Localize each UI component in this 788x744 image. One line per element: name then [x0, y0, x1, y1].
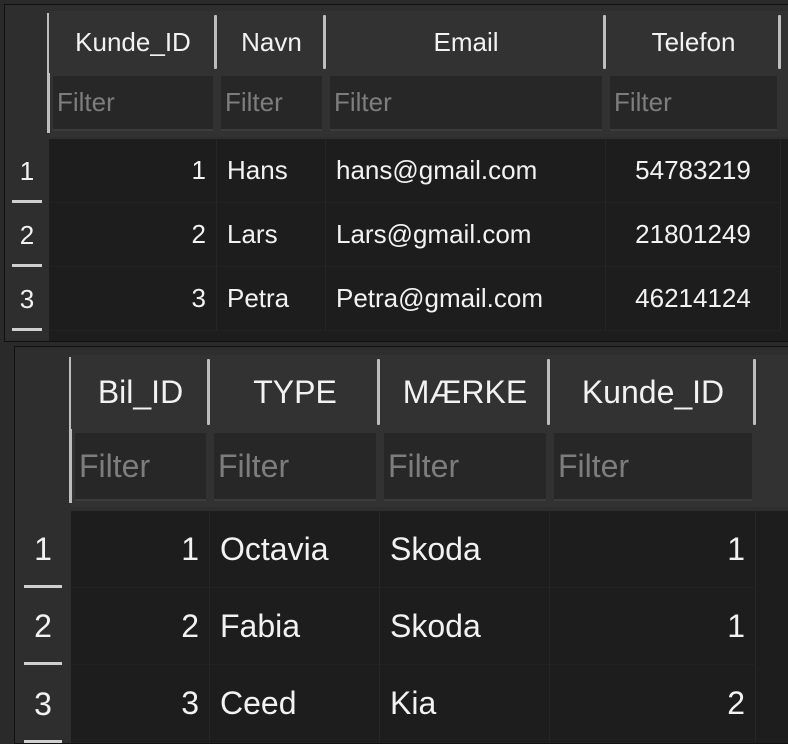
column-header[interactable]: Kunde_ID [550, 355, 756, 429]
table-cell[interactable]: Lars@gmail.com [326, 203, 606, 267]
column-header-label: Bil_ID [97, 373, 184, 410]
row-number-label: 2 [34, 608, 52, 644]
row-number-label: 3 [34, 685, 52, 722]
filter-field[interactable] [221, 76, 322, 129]
table-cell[interactable]: 1 [550, 511, 756, 588]
table-cell[interactable]: Ceed [210, 665, 380, 743]
filter-input[interactable]: Filter [53, 76, 213, 131]
filter-field[interactable] [214, 433, 376, 499]
table-cell[interactable]: Octavia [210, 511, 380, 588]
table-cell[interactable]: Petra [217, 267, 326, 331]
column-header[interactable]: Bil_ID [71, 355, 210, 429]
table-cell[interactable]: 1 [550, 588, 756, 665]
row-number[interactable]: 3 [15, 665, 71, 743]
column-header[interactable]: Navn [217, 11, 326, 73]
table-cell[interactable]: 3 [71, 665, 210, 743]
filter-field[interactable] [610, 76, 777, 129]
table-cell[interactable]: 1 [49, 139, 217, 203]
column-header-label: Kunde_ID [75, 26, 191, 57]
table-cell[interactable]: 54783219 [606, 139, 781, 203]
column-header-label: Kunde_ID [581, 373, 725, 410]
row-number-label: 1 [19, 155, 35, 186]
row-number[interactable]: 2 [15, 588, 71, 665]
row-separator [12, 328, 42, 331]
row-number-label: 1 [34, 531, 52, 567]
row-number[interactable]: 3 [5, 267, 49, 331]
table-cell[interactable]: 2 [550, 665, 756, 743]
column-header[interactable]: Email [326, 11, 606, 73]
table-cell[interactable]: 3 [49, 267, 217, 331]
column-header-label: MÆRKE [402, 373, 528, 410]
filter-field[interactable] [75, 433, 206, 499]
column-header[interactable]: MÆRKE [380, 355, 550, 429]
row-number[interactable]: 1 [15, 511, 71, 588]
column-header[interactable]: Telefon [606, 11, 781, 73]
table-cell[interactable]: Petra@gmail.com [326, 267, 606, 331]
filter-field[interactable] [554, 433, 752, 499]
filter-input[interactable]: Filter [610, 76, 777, 131]
table-cell[interactable]: hans@gmail.com [326, 139, 606, 203]
column-header-label: TYPE [253, 373, 337, 410]
filter-input[interactable]: Filter [384, 433, 546, 501]
table-cell[interactable]: Hans [217, 139, 326, 203]
table-cell[interactable]: Skoda [380, 511, 550, 588]
table-cell[interactable]: Fabia [210, 588, 380, 665]
column-resize-handle[interactable] [778, 14, 781, 70]
row-number[interactable]: 1 [5, 139, 49, 203]
table-cell[interactable]: 46214124 [606, 267, 781, 331]
table-cell[interactable]: 2 [49, 203, 217, 267]
column-resize-handle[interactable] [753, 359, 756, 425]
filter-field[interactable] [330, 76, 602, 129]
row-number-label: 3 [19, 283, 35, 314]
column-header-label: Email [433, 26, 499, 57]
bil-table: Bil_ID Filter TYPE Filter MÆRKE Filter Kunde_I… [14, 346, 788, 744]
filter-field[interactable] [53, 76, 213, 129]
filter-input[interactable]: Filter [214, 433, 376, 501]
filter-input[interactable]: Filter [75, 433, 206, 501]
column-header-label: Navn [241, 26, 302, 57]
filter-field[interactable] [384, 433, 546, 499]
table-cell[interactable]: 2 [71, 588, 210, 665]
table-cell[interactable]: Skoda [380, 588, 550, 665]
kunde-table: Kunde_ID Filter Navn Filter Email Filter Telef… [4, 4, 788, 342]
table-cell[interactable]: 1 [71, 511, 210, 588]
column-header[interactable]: TYPE [210, 355, 380, 429]
column-header[interactable]: Kunde_ID [49, 11, 217, 73]
row-number[interactable]: 2 [5, 203, 49, 267]
row-number-label: 2 [19, 219, 35, 250]
table-cell[interactable]: 21801249 [606, 203, 781, 267]
table-cell[interactable]: Kia [380, 665, 550, 743]
filter-input[interactable]: Filter [221, 76, 322, 131]
column-header-label: Telefon [651, 26, 736, 57]
filter-input[interactable]: Filter [330, 76, 602, 131]
table-cell[interactable]: Lars [217, 203, 326, 267]
filter-input[interactable]: Filter [554, 433, 752, 501]
